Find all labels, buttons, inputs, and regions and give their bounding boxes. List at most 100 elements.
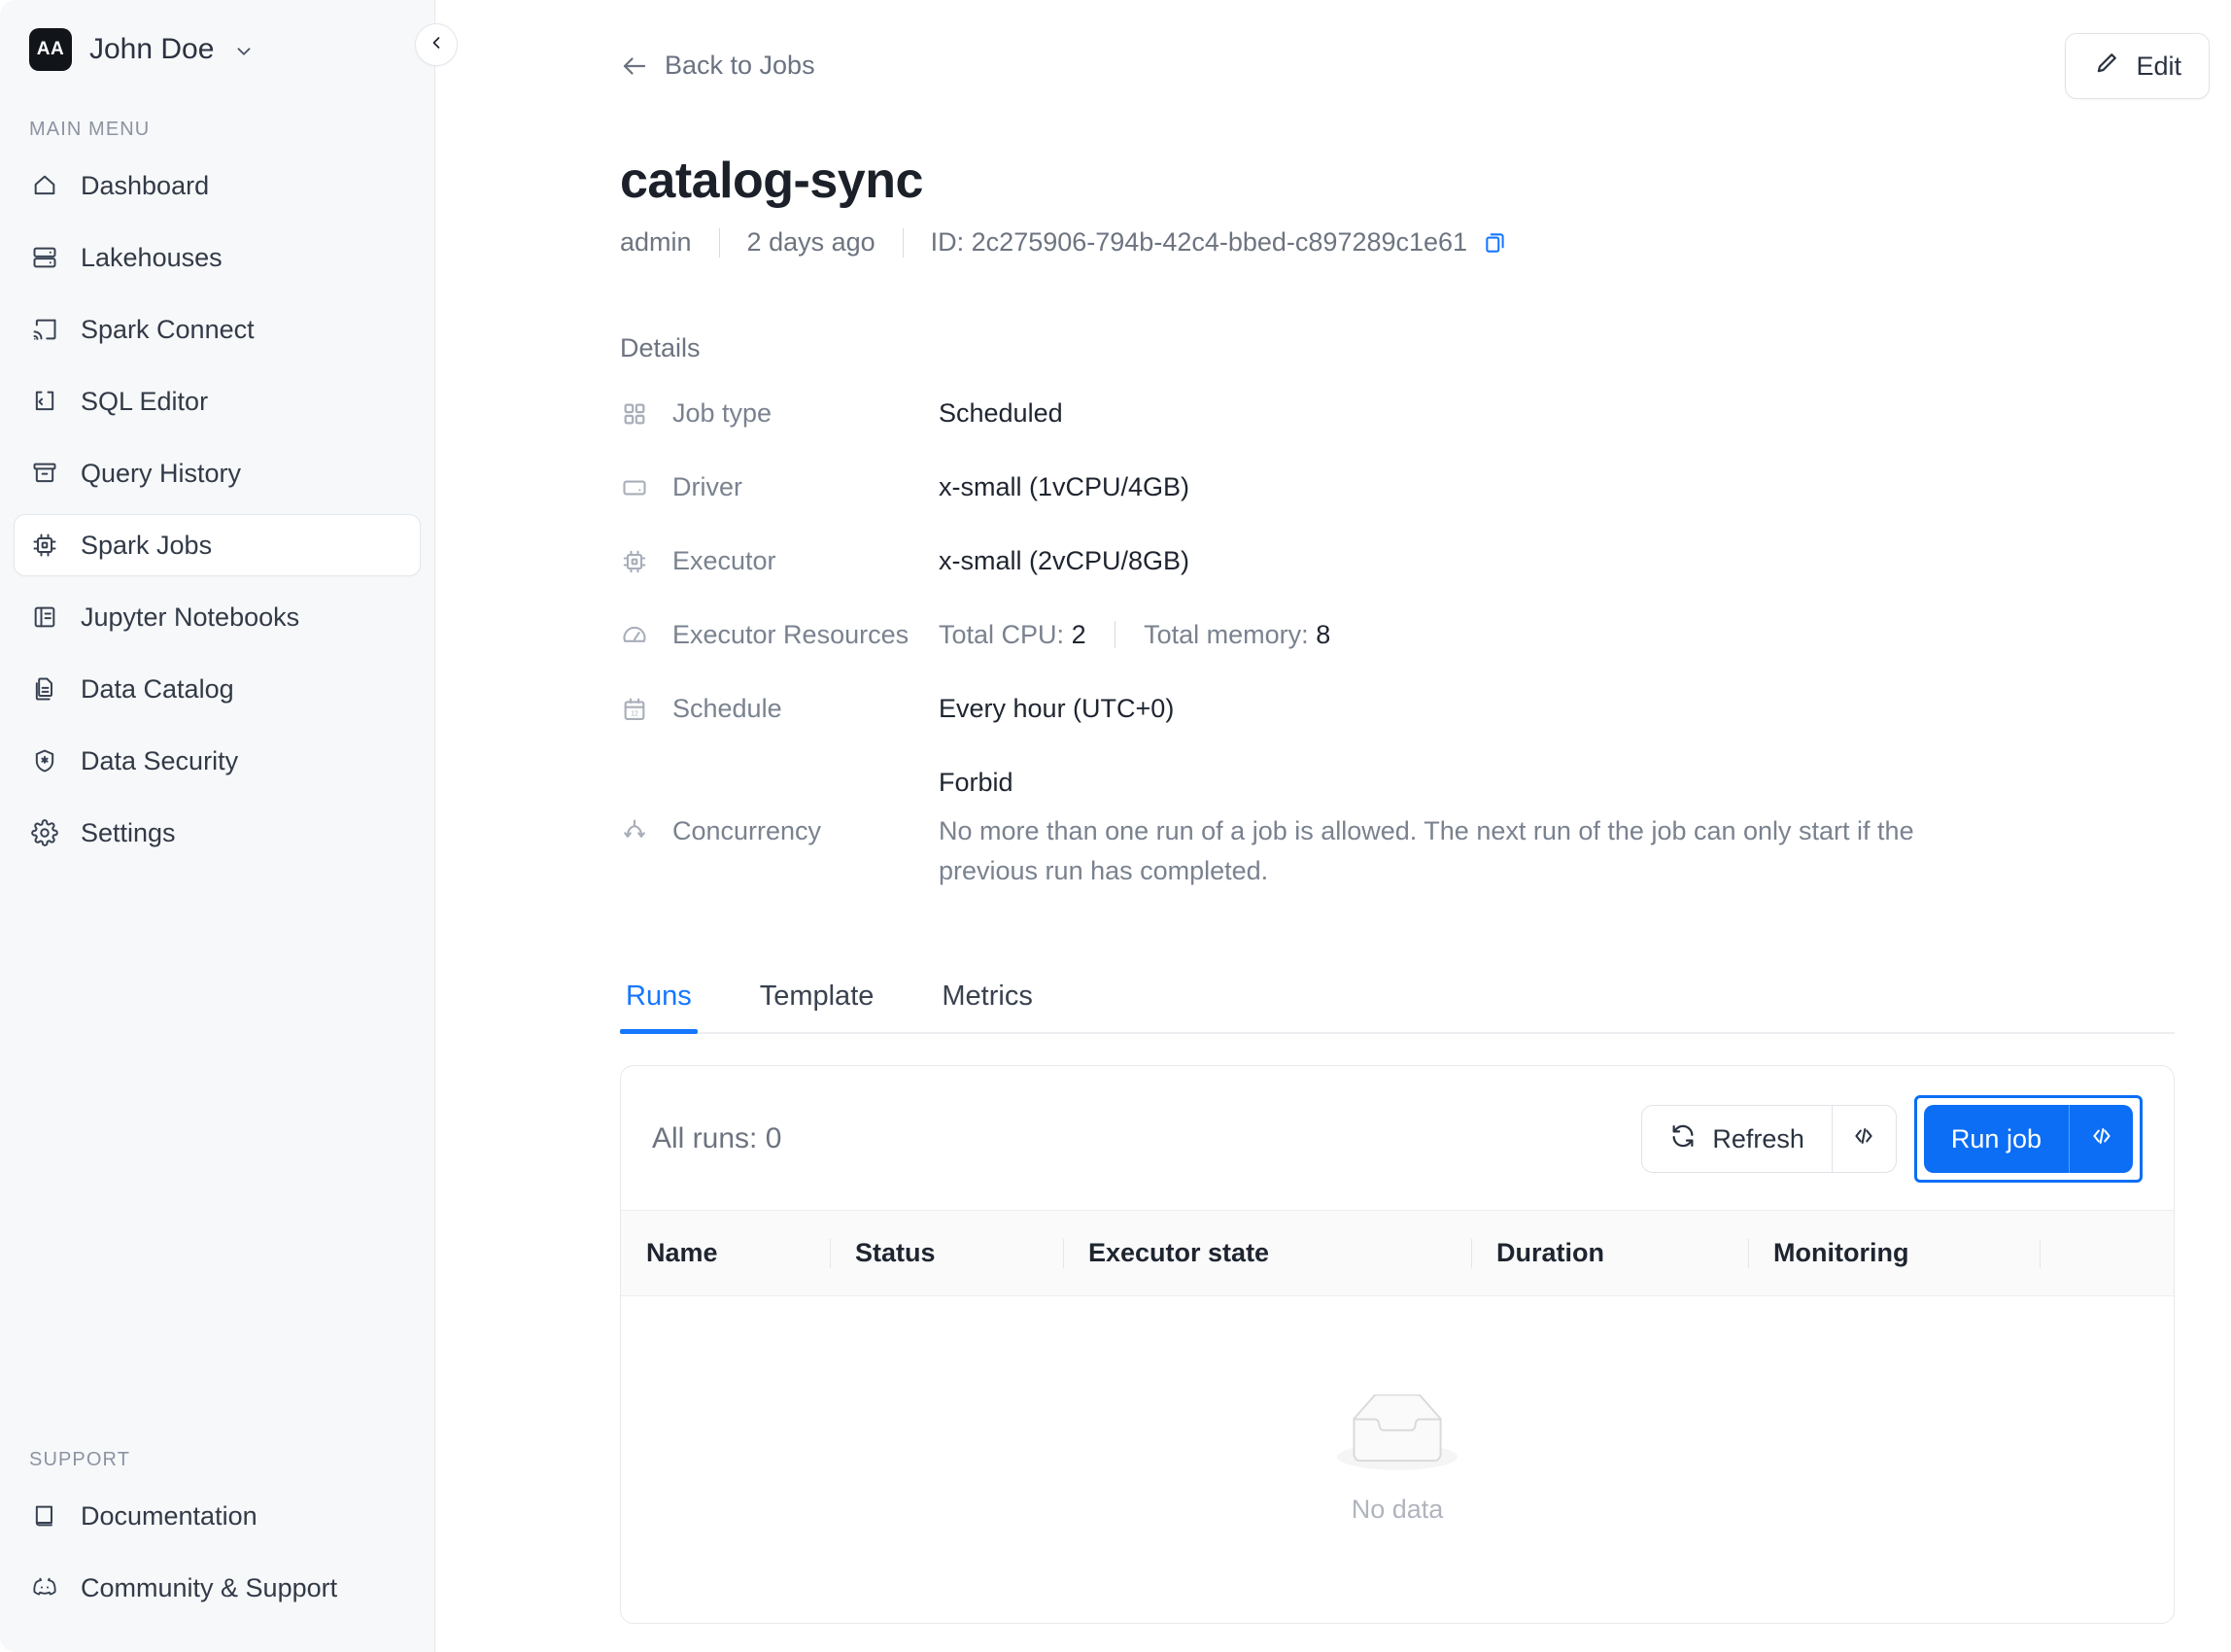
detail-row-concurrency: Concurrency Forbid No more than one run …	[620, 762, 2231, 890]
concurrency-mode: Forbid	[939, 768, 1013, 797]
main-content: Back to Jobs Edit catalog-sync admin 2 d…	[435, 0, 2231, 1652]
cpu-icon	[620, 547, 649, 576]
sidebar-item-query-history[interactable]: Query History	[14, 442, 421, 504]
sidebar-item-label: Documentation	[81, 1500, 257, 1531]
total-memory-label: Total memory:	[1144, 620, 1309, 649]
column-header-name[interactable]: Name	[621, 1210, 830, 1296]
detail-label-text: Job type	[672, 398, 772, 428]
job-owner: admin	[620, 227, 692, 257]
detail-label: Executor	[620, 540, 939, 576]
total-cpu-label: Total CPU:	[939, 620, 1065, 649]
resource-divider	[1115, 621, 1116, 648]
main-menu-nav: Dashboard Lakehouses Spark Connect SQL E…	[0, 155, 434, 874]
sidebar-item-spark-connect[interactable]: Spark Connect	[14, 298, 421, 361]
sidebar-item-label: Community & Support	[81, 1572, 338, 1602]
tabs: Runs Template Metrics	[620, 964, 2175, 1034]
sidebar-item-label: Settings	[81, 817, 176, 847]
empty-state-text: No data	[1351, 1495, 1444, 1524]
runs-table: Name Status Executor state Duration Moni…	[621, 1210, 2174, 1296]
home-icon	[30, 171, 59, 200]
concurrency-description: No more than one run of a job is allowed…	[939, 816, 1914, 885]
tab-template[interactable]: Template	[754, 981, 880, 1032]
runs-card: All runs: 0 Refresh Run job Name Status …	[620, 1065, 2175, 1624]
support-label: SUPPORT	[29, 1449, 131, 1470]
page-meta: admin 2 days ago ID: 2c275906-794b-42c4-…	[620, 227, 2231, 258]
detail-row-driver: Driver x-small (1vCPU/4GB)	[620, 466, 2231, 540]
runs-table-head: Name Status Executor state Duration Moni…	[621, 1210, 2174, 1296]
sidebar-item-documentation[interactable]: Documentation	[14, 1485, 421, 1547]
arrow-left-icon	[620, 52, 649, 81]
detail-label: Concurrency	[620, 762, 939, 846]
run-job-button[interactable]: Run job	[1924, 1105, 2069, 1173]
refresh-button-label: Refresh	[1712, 1123, 1804, 1153]
detail-label-text: Driver	[672, 472, 742, 501]
total-cpu-value: 2	[1071, 620, 1086, 649]
tab-metrics[interactable]: Metrics	[936, 981, 1038, 1032]
calendar-icon: 12	[620, 695, 649, 724]
back-to-jobs-link[interactable]: Back to Jobs	[620, 51, 815, 81]
run-job-code-button[interactable]	[2069, 1105, 2133, 1173]
server-icon	[30, 243, 59, 272]
detail-label: Job type	[620, 393, 939, 429]
sidebar-item-spark-jobs[interactable]: Spark Jobs	[14, 514, 421, 576]
code-brackets-icon	[2089, 1123, 2114, 1155]
user-name: John Doe	[89, 33, 215, 65]
discord-icon	[30, 1573, 59, 1602]
refresh-split-button[interactable]: Refresh	[1641, 1105, 1897, 1173]
column-header-duration[interactable]: Duration	[1471, 1210, 1748, 1296]
pencil-icon	[2093, 50, 2120, 84]
user-menu[interactable]: AA John Doe	[0, 0, 434, 78]
sidebar-item-dashboard[interactable]: Dashboard	[14, 155, 421, 217]
gauge-icon	[620, 621, 649, 650]
sidebar-item-sql-editor[interactable]: SQL Editor	[14, 370, 421, 432]
shield-star-icon	[30, 746, 59, 775]
cast-icon	[30, 315, 59, 344]
page-topbar: Back to Jobs Edit	[620, 0, 2231, 99]
sidebar-item-settings[interactable]: Settings	[14, 802, 421, 864]
total-memory-value: 8	[1316, 620, 1331, 649]
sidebar-item-community-support[interactable]: Community & Support	[14, 1557, 421, 1619]
meta-divider	[718, 227, 720, 258]
sidebar: AA John Doe MAIN MENU Dashboard Lakehous…	[0, 0, 458, 1652]
detail-value-driver: x-small (1vCPU/4GB)	[939, 472, 1190, 501]
tab-runs[interactable]: Runs	[620, 981, 698, 1034]
page-title: catalog-sync	[620, 153, 923, 209]
runs-empty-state: No data	[621, 1296, 2174, 1623]
detail-label-text: Executor	[672, 546, 776, 575]
sidebar-item-jupyter-notebooks[interactable]: Jupyter Notebooks	[14, 586, 421, 648]
refresh-button[interactable]: Refresh	[1642, 1106, 1832, 1172]
column-header-executor-state[interactable]: Executor state	[1063, 1210, 1471, 1296]
app-window: AA John Doe MAIN MENU Dashboard Lakehous…	[0, 0, 2231, 1652]
detail-label: Executor Resources	[620, 614, 939, 650]
detail-value-schedule: Every hour (UTC+0)	[939, 694, 1175, 723]
sidebar-collapse-button[interactable]	[415, 23, 458, 66]
sidebar-item-lakehouses[interactable]: Lakehouses	[14, 226, 421, 289]
sidebar-item-label: Jupyter Notebooks	[81, 602, 300, 632]
code-file-icon	[30, 387, 59, 416]
meta-divider	[902, 227, 904, 258]
column-header-status[interactable]: Status	[830, 1210, 1063, 1296]
run-job-focus-ring: Run job	[1913, 1095, 2143, 1183]
details-list: Job type Scheduled Driver x-small (1vCPU…	[620, 393, 2231, 890]
sidebar-item-label: SQL Editor	[81, 386, 209, 416]
edit-button[interactable]: Edit	[2065, 33, 2210, 99]
edit-button-label: Edit	[2136, 51, 2181, 81]
sidebar-item-data-catalog[interactable]: Data Catalog	[14, 658, 421, 720]
svg-text:12: 12	[631, 710, 638, 717]
run-job-split-button[interactable]: Run job	[1923, 1105, 2133, 1173]
details-heading: Details	[620, 333, 701, 362]
chevron-down-icon	[233, 41, 255, 62]
detail-label: Driver	[620, 466, 939, 502]
sidebar-item-label: Data Catalog	[81, 673, 234, 704]
detail-label-text: Schedule	[672, 694, 782, 723]
copy-icon[interactable]	[1483, 229, 1508, 257]
driver-icon	[620, 473, 649, 502]
sidebar-item-data-security[interactable]: Data Security	[14, 730, 421, 792]
support-nav: Documentation Community & Support	[0, 1485, 434, 1619]
run-job-button-label: Run job	[1950, 1123, 2042, 1153]
refresh-code-button[interactable]	[1831, 1106, 1896, 1172]
column-header-monitoring[interactable]: Monitoring	[1748, 1210, 2040, 1296]
archive-icon	[30, 459, 59, 488]
documents-icon	[30, 674, 59, 704]
